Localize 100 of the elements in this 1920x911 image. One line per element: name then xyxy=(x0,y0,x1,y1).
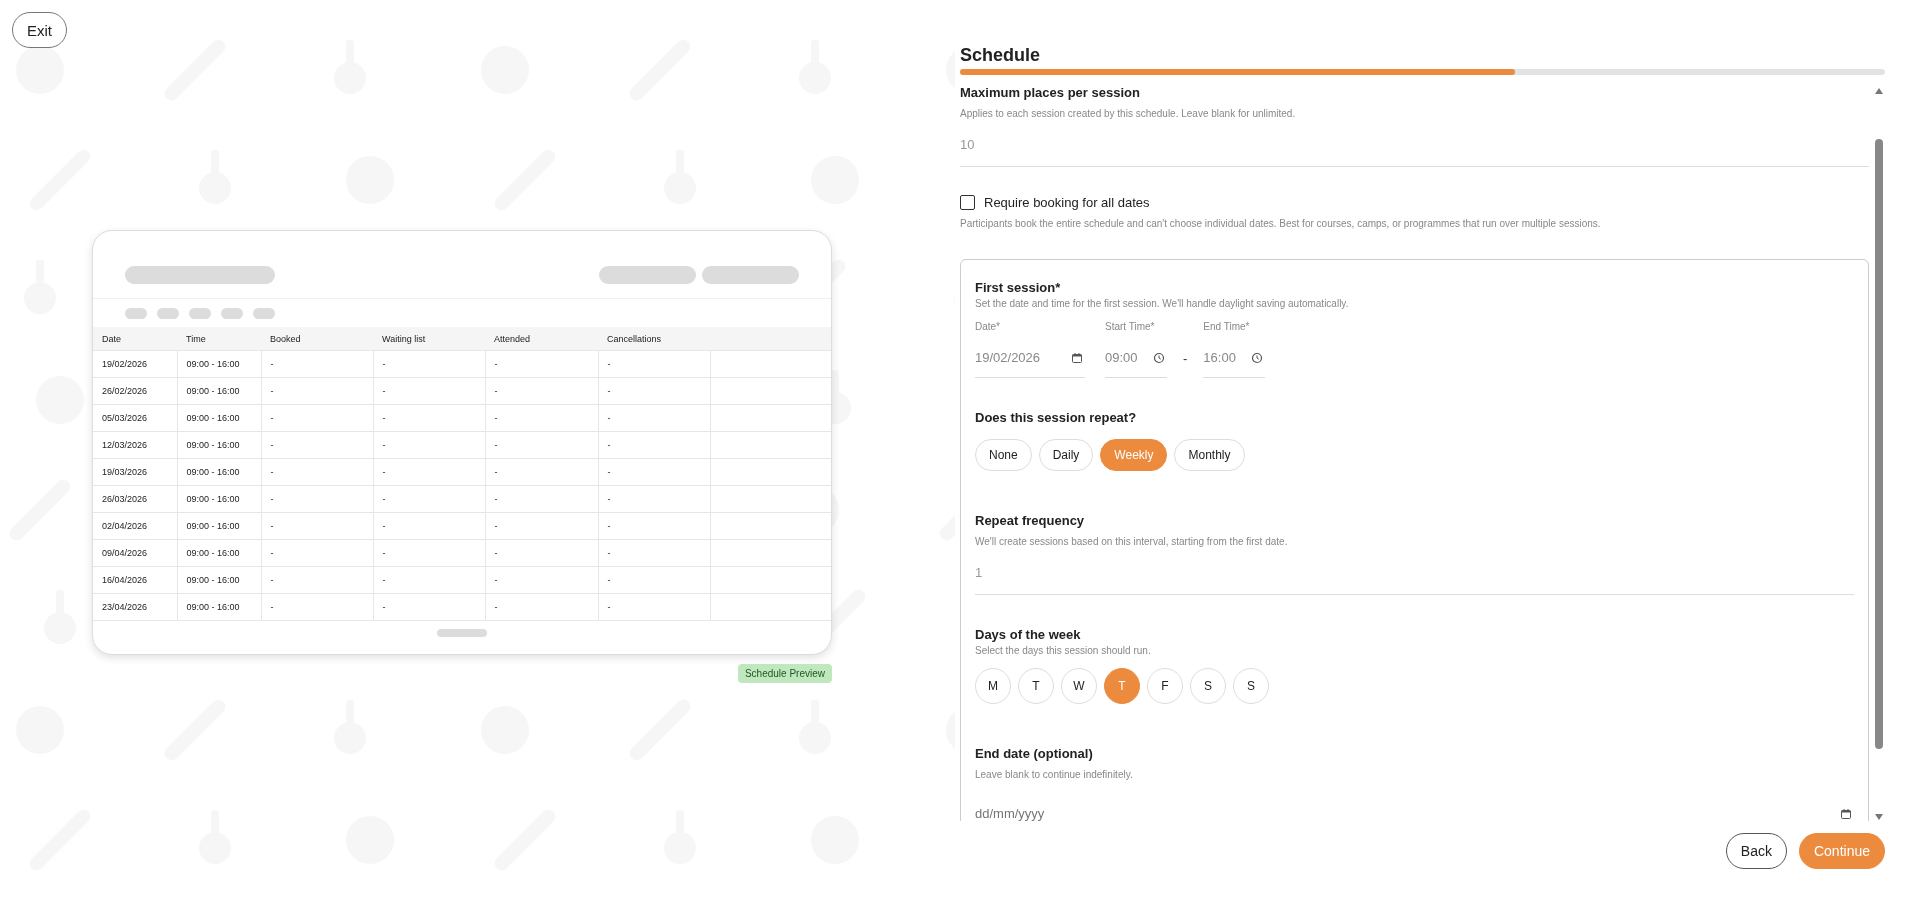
table-cell: - xyxy=(261,539,373,567)
placeholder-bar xyxy=(189,308,211,319)
table-cell: 09:00 - 16:00 xyxy=(177,404,261,432)
table-cell: - xyxy=(261,566,373,594)
table-cell: 02/04/2026 xyxy=(93,512,177,540)
table-cell: 12/03/2026 xyxy=(93,431,177,459)
table-cell: - xyxy=(598,404,710,432)
field-label: End date (optional) xyxy=(975,746,1094,761)
table-cell: - xyxy=(485,458,598,486)
placeholder-bar xyxy=(437,629,487,637)
placeholder-bar xyxy=(125,308,147,319)
table-cell: - xyxy=(598,431,710,459)
day-toggle[interactable]: T xyxy=(1018,668,1054,704)
day-toggle[interactable]: M xyxy=(975,668,1011,704)
table-cell: - xyxy=(373,431,485,459)
table-cell: - xyxy=(598,377,710,405)
field-label: Start Time* xyxy=(1105,321,1156,332)
field-label: End Time* xyxy=(1203,321,1251,332)
table-cell: - xyxy=(373,404,485,432)
range-separator: - xyxy=(1183,351,1188,366)
day-toggle[interactable]: S xyxy=(1233,668,1269,704)
table-cell: - xyxy=(485,512,598,540)
table-cell: - xyxy=(598,458,710,486)
back-button[interactable]: Back xyxy=(1725,833,1787,869)
table-cell: - xyxy=(598,566,710,594)
table-cell: - xyxy=(598,350,710,378)
field-label: Date* xyxy=(975,321,1001,332)
table-cell: 09:00 - 16:00 xyxy=(177,566,261,594)
table-cell: 09/04/2026 xyxy=(93,539,177,567)
table-cell: 05/03/2026 xyxy=(93,404,177,432)
table-cell: - xyxy=(261,593,373,620)
column-header: Waiting list xyxy=(373,327,485,351)
table-cell: - xyxy=(261,431,373,459)
preview-badge: Schedule Preview xyxy=(737,664,832,683)
clock-icon xyxy=(1251,352,1264,364)
column-header: Cancellations xyxy=(598,327,710,351)
column-header: Date xyxy=(93,327,177,351)
day-toggle[interactable]: S xyxy=(1190,668,1226,704)
table-cell: 16/04/2026 xyxy=(93,566,177,594)
section-title: First session* xyxy=(975,280,1062,295)
table-cell: - xyxy=(485,431,598,459)
page-title: Schedule xyxy=(960,45,1042,66)
table-cell: - xyxy=(598,485,710,513)
table-cell: - xyxy=(598,539,710,567)
scroll-down-icon[interactable] xyxy=(1874,813,1884,821)
time-field[interactable]: 16:00 xyxy=(1203,338,1266,378)
day-toggle[interactable]: W xyxy=(1061,668,1097,704)
table-cell: 09:00 - 16:00 xyxy=(177,485,261,513)
repeat-option[interactable]: Daily xyxy=(1038,439,1094,471)
field-label: Maximum places per session xyxy=(960,85,1141,100)
table-cell: 26/03/2026 xyxy=(93,485,177,513)
table-cell: 09:00 - 16:00 xyxy=(177,458,261,486)
table-cell: - xyxy=(373,350,485,378)
column-header: Time xyxy=(177,327,261,351)
table-cell: - xyxy=(373,377,485,405)
table-cell: - xyxy=(373,485,485,513)
field-hint: Select the days this session should run. xyxy=(975,645,1152,656)
table-cell: - xyxy=(261,458,373,486)
field-label: Does this session repeat? xyxy=(975,410,1138,425)
checkbox-label: Require booking for all dates xyxy=(984,195,1150,210)
exit-button[interactable]: Exit xyxy=(12,12,67,48)
table-cell: - xyxy=(485,350,598,378)
calendar-icon xyxy=(1840,808,1852,820)
repeat-option[interactable]: None xyxy=(975,439,1032,471)
table-cell: 09:00 - 16:00 xyxy=(177,539,261,567)
field-hint: We'll create sessions based on this interval, starting from the first date. xyxy=(975,536,1289,547)
table-cell: 09:00 - 16:00 xyxy=(177,512,261,540)
field-label: Repeat frequency xyxy=(975,513,1086,528)
table-cell: - xyxy=(261,377,373,405)
table-cell: - xyxy=(373,539,485,567)
field-hint: Applies to each session created by this schedule. Leave blank for unlimited. xyxy=(960,108,1297,119)
column-header: Booked xyxy=(261,327,373,351)
table-cell: - xyxy=(598,593,710,620)
column-header: Attended xyxy=(485,327,598,351)
field-hint: Leave blank to continue indefinitely. xyxy=(975,769,1134,780)
table-cell: - xyxy=(261,512,373,540)
table-cell: - xyxy=(485,593,598,620)
time-field[interactable]: 09:00 xyxy=(1105,338,1167,378)
table-cell: 09:00 - 16:00 xyxy=(177,377,261,405)
table-cell: 23/04/2026 xyxy=(93,593,177,620)
scroll-up-icon[interactable] xyxy=(1874,87,1884,95)
repeat-option[interactable]: Monthly xyxy=(1174,439,1245,471)
placeholder-bar xyxy=(221,308,243,319)
calendar-icon xyxy=(1071,352,1083,364)
table-cell: - xyxy=(598,512,710,540)
day-toggle[interactable]: F xyxy=(1147,668,1183,704)
table-cell: 19/02/2026 xyxy=(93,350,177,378)
table-cell: - xyxy=(373,512,485,540)
table-cell: 09:00 - 16:00 xyxy=(177,431,261,459)
clock-icon xyxy=(1153,352,1165,364)
field-hint: Set the date and time for the first session. We'll handle daylight saving automatically. xyxy=(975,298,1350,309)
table-cell: - xyxy=(373,458,485,486)
table-cell: - xyxy=(261,485,373,513)
field-label: Days of the week xyxy=(975,627,1082,642)
table-cell: - xyxy=(485,404,598,432)
table-cell: - xyxy=(485,539,598,567)
table-cell: 26/02/2026 xyxy=(93,377,177,405)
checkbox[interactable] xyxy=(960,195,975,210)
date-field[interactable]: 19/02/2026 xyxy=(975,338,1085,378)
placeholder-bar xyxy=(253,308,275,319)
